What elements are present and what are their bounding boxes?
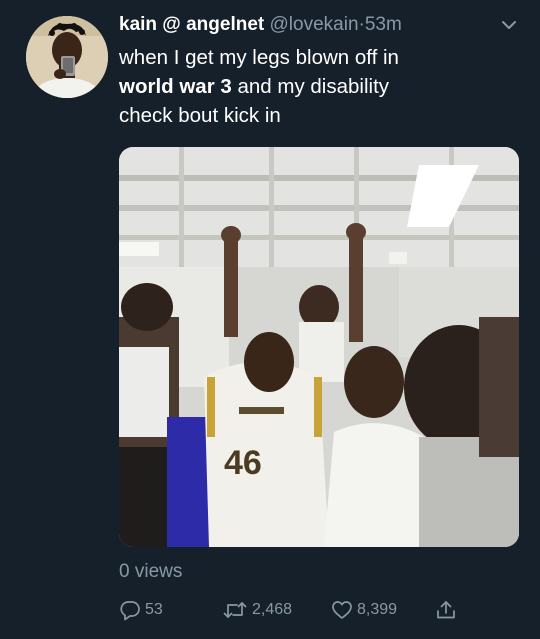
like-count: 8,399 (357, 601, 398, 618)
view-count: 0 views (119, 561, 183, 582)
action-bar: 53 2,468 8,399 (119, 597, 519, 623)
retweet-button[interactable]: 2,468 (222, 597, 292, 623)
video-frame: 46 (119, 147, 519, 547)
chevron-down-icon[interactable] (498, 14, 520, 36)
retweet-count: 2,468 (252, 601, 293, 618)
tweet-text-line: check bout kick in (119, 104, 281, 127)
tweet-text-rest: and my disability (231, 75, 390, 98)
user-handle[interactable]: @lovekain (270, 14, 359, 35)
jersey-number: 46 (224, 444, 262, 482)
retweet-icon (223, 602, 247, 618)
tweet-text-bold: world war 3 (119, 75, 232, 98)
tweet-text-line: when I get my legs blown off in (119, 46, 399, 69)
tweet-video[interactable]: 46 (119, 147, 519, 547)
avatar[interactable] (26, 16, 108, 98)
timestamp[interactable]: 53m (365, 14, 402, 35)
tweet-text-line: world war 3 and my disability (119, 72, 519, 101)
reply-icon (120, 601, 140, 621)
display-name[interactable]: kain @ angelnet (119, 14, 264, 35)
reply-count: 53 (145, 601, 163, 618)
reply-button[interactable]: 53 (119, 597, 163, 623)
avatar-image (26, 16, 108, 98)
heart-icon (332, 601, 352, 619)
share-icon (437, 601, 455, 619)
tweet-text: when I get my legs blown off in world wa… (119, 43, 519, 130)
like-button[interactable]: 8,399 (331, 597, 397, 623)
tweet: kain @ angelnet @lovekain·53m when I get… (0, 0, 540, 639)
tweet-header: kain @ angelnet @lovekain·53m (119, 13, 500, 39)
share-button[interactable] (435, 597, 461, 623)
